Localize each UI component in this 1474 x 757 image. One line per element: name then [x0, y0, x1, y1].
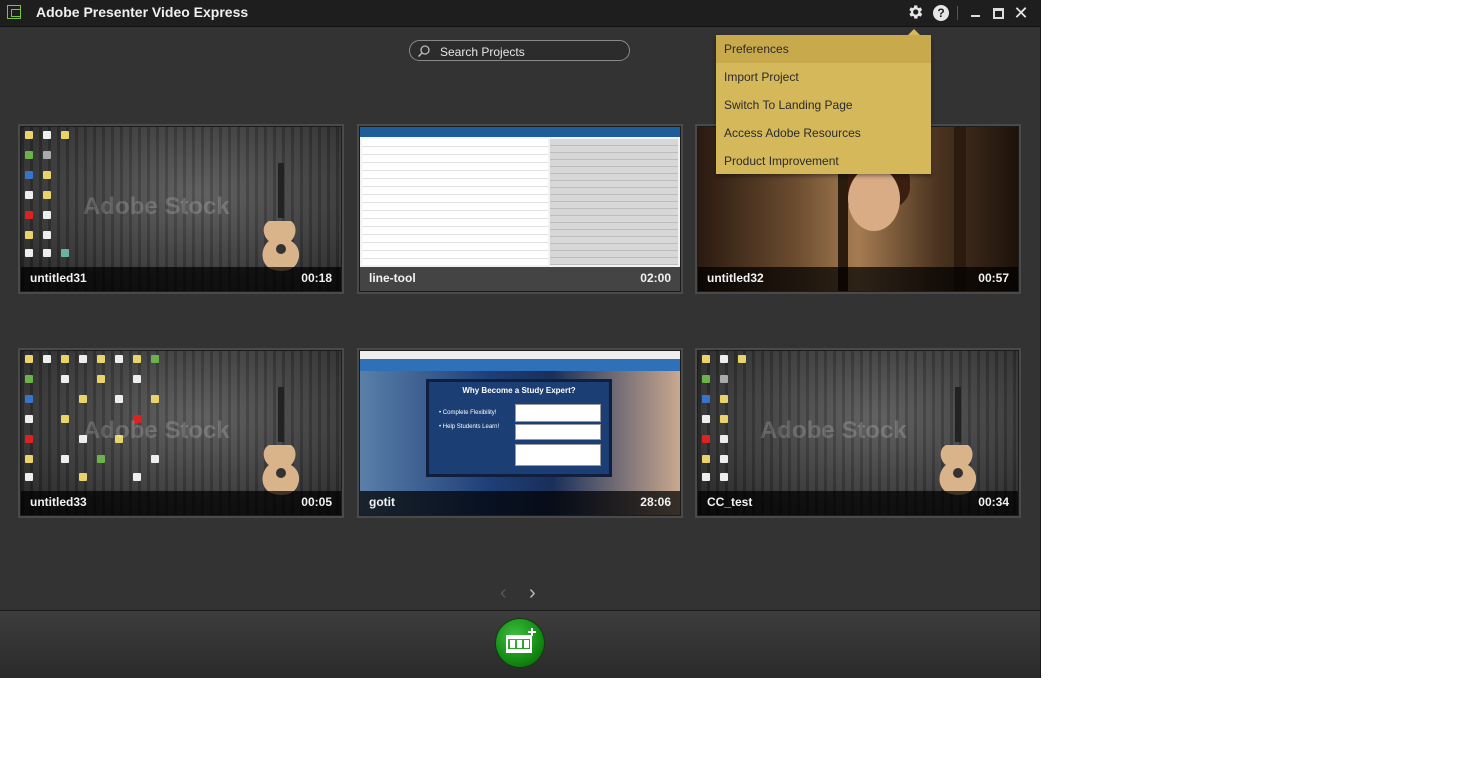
- menu-item-preferences[interactable]: Preferences: [716, 35, 931, 63]
- project-name: untitled33: [30, 495, 87, 509]
- tile-caption: line-tool 02:00: [360, 267, 680, 291]
- project-name: gotit: [369, 495, 395, 509]
- close-icon[interactable]: ✕: [1011, 3, 1031, 23]
- tile-caption: untitled31 00:18: [21, 267, 341, 291]
- project-name: untitled32: [707, 271, 764, 285]
- thumbnail-bullet: Complete Flexibility!: [442, 410, 497, 416]
- project-tile-line-tool[interactable]: line-tool 02:00: [359, 126, 681, 292]
- menu-item-access-adobe-resources[interactable]: Access Adobe Resources: [716, 119, 931, 147]
- project-tile-untitled31[interactable]: Adobe Stock untitled31 00:18: [20, 126, 342, 292]
- thumbnail-bullet: Help Students Learn!: [442, 424, 500, 430]
- app-window: Adobe Presenter Video Express ? ✕ Ado: [0, 0, 1041, 678]
- new-project-button[interactable]: [496, 619, 544, 667]
- tile-caption: untitled33 00:05: [21, 491, 341, 515]
- thumbnail-watermark: Adobe Stock: [83, 193, 230, 220]
- title-bar-divider: [957, 6, 958, 20]
- project-duration: 28:06: [640, 495, 671, 509]
- thumbnail-watermark: Adobe Stock: [760, 417, 907, 444]
- gear-icon[interactable]: [905, 3, 925, 23]
- search-input[interactable]: [438, 42, 622, 61]
- tile-caption: untitled32 00:57: [698, 267, 1018, 291]
- title-bar: Adobe Presenter Video Express ? ✕: [0, 0, 1040, 27]
- help-icon[interactable]: ?: [931, 3, 951, 23]
- menu-item-product-improvement[interactable]: Product Improvement: [716, 147, 931, 175]
- project-duration: 02:00: [640, 271, 671, 285]
- menu-item-switch-to-landing-page[interactable]: Switch To Landing Page: [716, 91, 931, 119]
- thumbnail-modal: Why Become a Study Expert? • Complete Fl…: [426, 379, 612, 477]
- app-icon: [7, 5, 21, 19]
- previous-page-icon: ‹: [500, 582, 507, 604]
- project-tile-cc-test[interactable]: Adobe Stock CC_test 00:34: [697, 350, 1019, 516]
- maximize-icon[interactable]: [988, 3, 1008, 23]
- film-add-icon: [506, 628, 536, 653]
- tile-caption: gotit 28:06: [360, 491, 680, 515]
- search-box[interactable]: [409, 40, 630, 61]
- project-tile-gotit[interactable]: Why Become a Study Expert? • Complete Fl…: [359, 350, 681, 516]
- settings-menu: Preferences Import Project Switch To Lan…: [716, 29, 931, 175]
- thumbnail-modal-title: Why Become a Study Expert?: [462, 386, 576, 395]
- project-duration: 00:18: [301, 271, 332, 285]
- app-title: Adobe Presenter Video Express: [36, 4, 249, 20]
- project-tile-untitled33[interactable]: Adobe Stock untitled33 00:05: [20, 350, 342, 516]
- project-duration: 00:05: [301, 495, 332, 509]
- project-duration: 00:34: [978, 495, 1009, 509]
- thumbnail-watermark: Adobe Stock: [83, 417, 230, 444]
- tile-caption: CC_test 00:34: [698, 491, 1018, 515]
- next-page-icon[interactable]: ›: [529, 582, 536, 605]
- search-icon: [417, 45, 430, 58]
- project-name: CC_test: [707, 495, 753, 509]
- menu-item-import-project[interactable]: Import Project: [716, 63, 931, 91]
- project-name: line-tool: [369, 271, 416, 285]
- project-name: untitled31: [30, 271, 87, 285]
- minimize-icon[interactable]: [965, 3, 985, 23]
- project-duration: 00:57: [978, 271, 1009, 285]
